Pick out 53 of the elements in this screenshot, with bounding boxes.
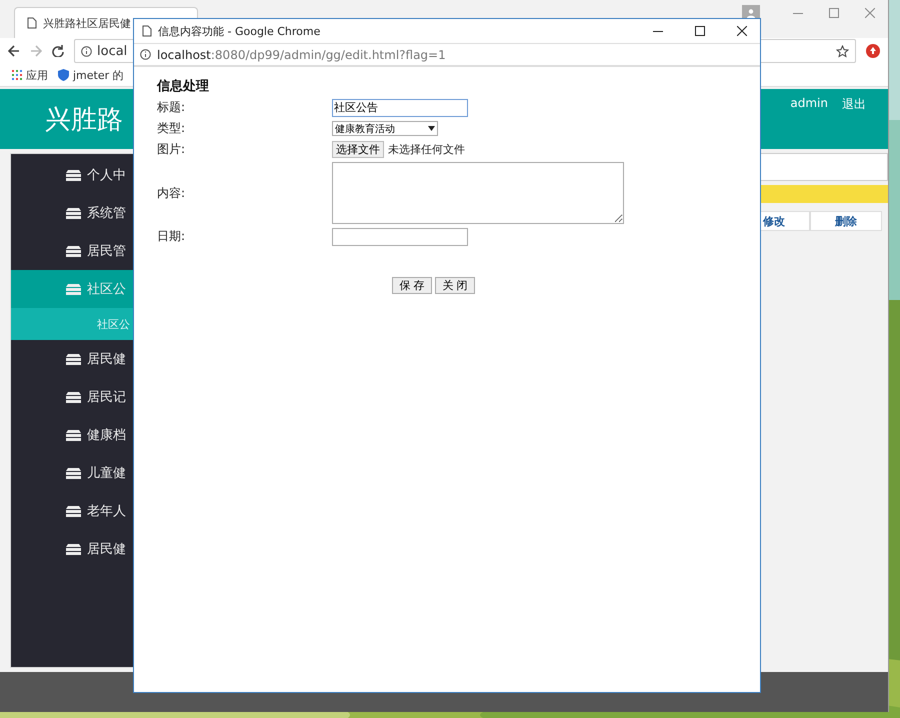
sidebar-item[interactable]: 儿童健 (11, 454, 135, 492)
choose-file-button[interactable]: 选择文件 (332, 141, 384, 158)
minimize-icon[interactable] (653, 30, 663, 32)
maximize-icon[interactable] (695, 26, 705, 36)
field-label: 内容: (157, 184, 186, 202)
reload-icon[interactable] (52, 45, 64, 57)
form-button[interactable]: 关 闭 (435, 277, 475, 294)
sidebar-item[interactable]: 居民记 (11, 378, 135, 416)
text-field[interactable] (332, 228, 468, 246)
sidebar-item[interactable]: 居民健 (11, 340, 135, 378)
sidebar-item[interactable]: 居民管 (11, 232, 135, 270)
page-icon (27, 17, 37, 29)
form-heading: 信息处理 (157, 78, 210, 95)
bookmark[interactable]: jmeter 的 (58, 68, 124, 82)
sidebar-item[interactable]: 个人中 (11, 156, 135, 194)
page-icon (142, 25, 152, 37)
dropdown-caret-icon (428, 126, 435, 131)
stack-icon (66, 506, 81, 516)
tab-title: 兴胜路社区居民健 (43, 16, 131, 30)
extension-icon[interactable] (866, 44, 880, 58)
close-icon[interactable] (737, 26, 747, 36)
bookmark[interactable]: 应用 (12, 68, 48, 82)
shield-icon (58, 69, 69, 81)
back-icon[interactable] (8, 45, 20, 57)
field-label: 标题: (157, 99, 186, 116)
info-icon (81, 46, 92, 56)
info-icon (140, 49, 151, 60)
sidebar-item[interactable]: 居民健 (11, 530, 135, 568)
sidebar-item[interactable]: 系统管 (11, 194, 135, 232)
sidebar-item[interactable]: 老年人 (11, 492, 135, 530)
stack-icon (66, 544, 81, 554)
field-label: 类型: (157, 120, 186, 137)
stack-icon (66, 430, 81, 440)
file-status: 未选择任何文件 (388, 142, 465, 157)
stack-icon (66, 170, 81, 180)
url-text: localhost:8080/dp99/admin/gg/edit.html?flag=1 (157, 48, 446, 62)
username: admin (790, 96, 828, 112)
stack-icon (66, 284, 81, 294)
type-dropdown[interactable]: 健康教育活动 (332, 121, 438, 136)
sidebar-item[interactable]: 健康档 (11, 416, 135, 454)
site-title: 兴胜路 (45, 104, 123, 136)
stack-icon (66, 354, 81, 364)
stack-icon (66, 246, 81, 256)
field-label: 图片: (157, 141, 186, 158)
action-link[interactable]: 删除 (810, 211, 882, 231)
stack-icon (66, 208, 81, 218)
stack-icon (66, 468, 81, 478)
form-button[interactable]: 保 存 (392, 277, 432, 294)
apps-icon (12, 70, 22, 80)
star-icon[interactable] (836, 44, 849, 58)
field-label: 日期: (157, 228, 186, 245)
text-field[interactable]: 社区公告 (332, 98, 468, 116)
stack-icon (66, 392, 81, 402)
